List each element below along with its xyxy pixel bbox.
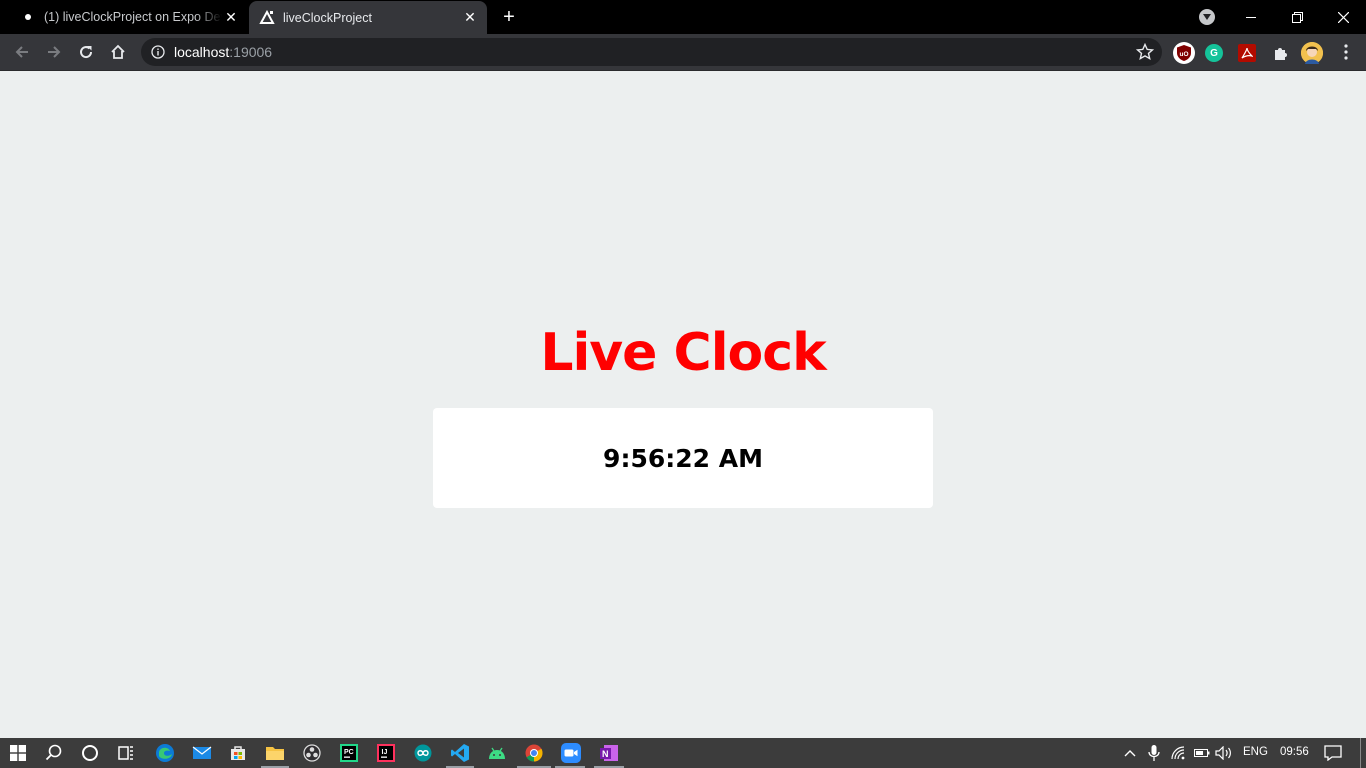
close-tab-icon[interactable]: ✕	[461, 9, 479, 27]
star-icon[interactable]	[1136, 43, 1154, 61]
microphone-icon[interactable]	[1142, 741, 1166, 765]
taskbar-clock[interactable]: 09:56	[1280, 746, 1309, 758]
onenote-label: N	[602, 749, 609, 759]
kebab-menu-icon[interactable]	[1334, 40, 1358, 64]
android-studio-icon[interactable]	[485, 741, 509, 765]
intellij-icon[interactable]: IJ	[374, 741, 398, 765]
volume-icon[interactable]	[1212, 741, 1236, 765]
ublock-icon[interactable]: uO	[1173, 42, 1195, 64]
chevron-up-icon[interactable]	[1118, 741, 1142, 765]
info-icon[interactable]	[151, 45, 165, 59]
clock-card: 9:56:22 AM	[433, 408, 933, 508]
zoom-icon[interactable]	[559, 741, 583, 765]
home-icon[interactable]	[106, 40, 130, 64]
grammarly-icon[interactable]: G	[1205, 44, 1223, 62]
obs-icon[interactable]	[300, 741, 324, 765]
grammarly-label: G	[1210, 47, 1218, 59]
back-icon[interactable]	[10, 40, 34, 64]
minimize-icon[interactable]	[1228, 0, 1274, 34]
page-title: Live Clock	[540, 323, 826, 383]
edge-icon[interactable]	[153, 741, 177, 765]
reload-icon[interactable]	[74, 40, 98, 64]
address-bar[interactable]: localhost:19006	[141, 38, 1162, 66]
tab-live-clock[interactable]: liveClockProject ✕	[249, 1, 487, 34]
puzzle-icon[interactable]	[1270, 42, 1292, 64]
clock-time: 9:56:22 AM	[603, 443, 763, 473]
wifi-icon[interactable]	[1166, 741, 1190, 765]
intellij-label: IJ	[382, 749, 388, 756]
file-explorer-icon[interactable]	[263, 741, 287, 765]
forward-icon[interactable]	[42, 40, 66, 64]
restore-icon[interactable]	[1274, 0, 1320, 34]
onenote-icon[interactable]: N	[597, 741, 621, 765]
chrome-icon[interactable]	[522, 741, 546, 765]
url-text[interactable]: localhost:19006	[174, 44, 272, 60]
browser-toolbar: localhost:19006 uO G	[0, 34, 1366, 71]
show-desktop-divider[interactable]	[1360, 738, 1361, 768]
page-viewport: Live Clock 9:56:22 AM	[0, 71, 1366, 738]
expo-favicon-icon	[20, 9, 36, 25]
new-tab-button[interactable]: +	[498, 7, 520, 27]
close-window-icon[interactable]	[1320, 0, 1366, 34]
vscode-icon[interactable]	[448, 741, 472, 765]
url-port: :19006	[229, 44, 273, 60]
store-icon[interactable]	[226, 741, 250, 765]
avatar-icon[interactable]	[1301, 42, 1323, 64]
mail-icon[interactable]	[190, 741, 214, 765]
cortana-icon[interactable]	[78, 741, 102, 765]
pycharm-icon[interactable]: PC	[337, 741, 361, 765]
task-view-icon[interactable]	[114, 741, 138, 765]
windows-start-icon[interactable]	[6, 741, 30, 765]
acrobat-icon[interactable]	[1238, 44, 1256, 62]
tab-search-icon[interactable]	[1199, 9, 1215, 25]
arduino-icon[interactable]	[411, 741, 435, 765]
search-icon[interactable]	[42, 741, 66, 765]
battery-icon[interactable]	[1190, 741, 1214, 765]
close-tab-icon[interactable]: ✕	[222, 8, 240, 26]
tab-title: liveClockProject	[283, 10, 372, 25]
ublock-label: uO	[1179, 51, 1188, 58]
notifications-icon[interactable]	[1321, 741, 1345, 765]
tab-expo-dev[interactable]: (1) liveClockProject on Expo Deve ✕	[8, 0, 248, 34]
tab-title: (1) liveClockProject on Expo Deve	[44, 10, 222, 24]
language-indicator[interactable]: ENG	[1243, 746, 1268, 758]
windows-taskbar: PC IJ N ENG 09:56	[0, 738, 1366, 768]
expo-logo-icon	[259, 9, 275, 26]
tab-strip: (1) liveClockProject on Expo Deve ✕ live…	[0, 0, 1366, 34]
pycharm-label: PC	[344, 749, 354, 756]
url-host: localhost	[174, 44, 230, 60]
